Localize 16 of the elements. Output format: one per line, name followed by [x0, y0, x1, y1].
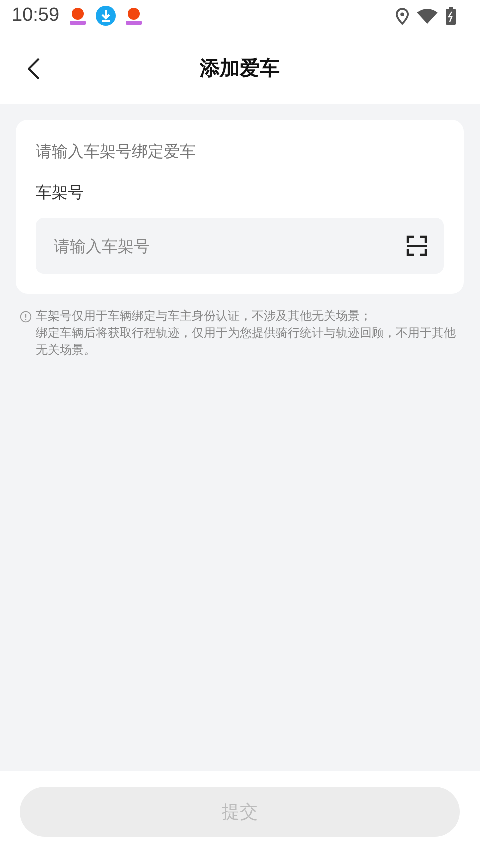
page-title: 添加爱车 — [200, 54, 280, 82]
download-icon — [96, 6, 116, 26]
wifi-icon — [417, 8, 438, 24]
vin-input-field[interactable]: 请输入车架号 — [36, 218, 444, 274]
battery-icon — [446, 7, 456, 25]
notice-text: 绑定车辆后将获取行程轨迹，仅用于为您提供骑行统计与轨迹回顾，不用于其他无关场景。 — [36, 325, 457, 359]
location-icon — [396, 8, 409, 24]
notification-icon — [124, 6, 144, 26]
scan-icon[interactable] — [406, 235, 428, 257]
field-label: 车架号 — [36, 183, 85, 204]
status-time: 10:59 — [12, 5, 60, 27]
notice-text: 车架号仅用于车辆绑定与车主身份认证，不涉及其他无关场景； — [36, 308, 373, 325]
info-icon — [20, 311, 32, 323]
card-heading: 请输入车架号绑定爱车 — [36, 142, 197, 163]
notification-icon — [68, 6, 88, 26]
back-button[interactable] — [26, 56, 42, 82]
